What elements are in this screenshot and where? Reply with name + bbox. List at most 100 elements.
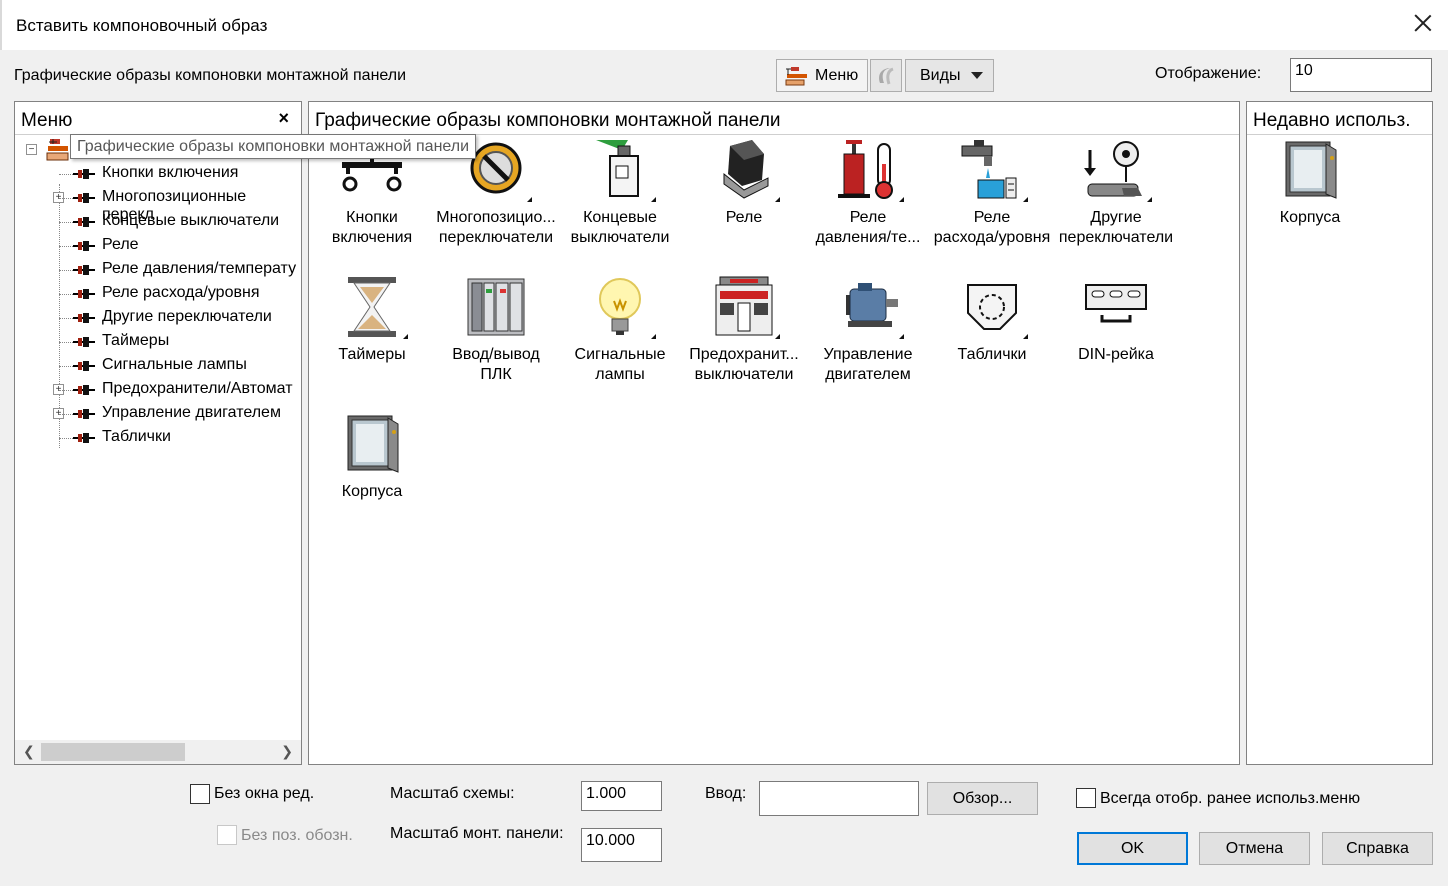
tree-guide-line — [59, 294, 73, 295]
ok-button[interactable]: OK — [1077, 832, 1188, 865]
always-show-recent-label: Всегда отобр. ранее использ.меню — [1100, 790, 1361, 807]
tile-label: Корпуса — [341, 483, 403, 500]
root-tree-icon — [46, 139, 69, 161]
tile-label-line2: расхода/уровня — [933, 229, 1051, 246]
panel-scale-input[interactable]: 10.000 — [581, 828, 662, 862]
tile-nameplate[interactable]: Таблички — [929, 275, 1055, 365]
display-count-input[interactable]: 10 — [1290, 58, 1432, 92]
tree-item-label[interactable]: Реле расхода/уровня — [102, 284, 259, 302]
menu-tree-icon — [785, 66, 807, 85]
tree-node-icon — [73, 193, 95, 203]
relay-icon — [712, 138, 780, 202]
schematic-scale-input[interactable]: 1.000 — [581, 781, 662, 811]
tree-guide-line — [59, 318, 73, 319]
submenu-indicator-icon — [527, 197, 532, 202]
cancel-button[interactable]: Отмена — [1199, 832, 1310, 865]
tile-plc-io[interactable]: Ввод/вывод ПЛК — [433, 275, 559, 385]
tree-node-icon — [73, 169, 95, 179]
tile-limit-switch[interactable]: Концевые выключатели — [557, 138, 683, 248]
help-button[interactable]: Справка — [1322, 832, 1433, 865]
pressure-temperature-icon — [836, 138, 904, 202]
no-edit-window-checkbox[interactable] — [190, 784, 210, 804]
tile-light-bulb[interactable]: Сигнальные лампы — [557, 275, 683, 385]
submenu-indicator-icon — [775, 197, 780, 202]
tree-item-label[interactable]: Управление двигателем — [102, 404, 281, 422]
tile-label: Концевые — [583, 209, 657, 226]
tile-label: Ввод/вывод — [452, 346, 540, 363]
tree-item-label[interactable]: Реле — [102, 236, 139, 254]
din-rail-icon — [1084, 275, 1148, 339]
title-bar: Вставить компоновочный образ — [0, 0, 1448, 50]
tile-motor[interactable]: Управление двигателем — [805, 275, 931, 385]
no-pos-designation-checkbox[interactable] — [217, 825, 237, 845]
views-dropdown[interactable]: Виды — [905, 59, 994, 92]
menu-button-label: Меню — [815, 66, 859, 84]
tree-node-icon — [73, 337, 95, 347]
tile-label-line2: выключатели — [694, 366, 794, 383]
scroll-left-icon[interactable]: ❮ — [23, 743, 35, 760]
tile-label: Таймеры — [338, 346, 406, 363]
tree-node-icon — [73, 409, 95, 419]
tree-node-icon — [73, 433, 95, 443]
flow-level-icon — [960, 138, 1028, 202]
enclosure-icon — [1278, 138, 1342, 202]
tree-item-label[interactable]: Таймеры — [102, 332, 169, 350]
tree-guide-line — [59, 414, 73, 415]
tile-hourglass[interactable]: Таймеры — [309, 275, 435, 365]
input-field[interactable] — [759, 781, 919, 816]
scroll-thumb[interactable] — [41, 743, 185, 761]
tile-label: Сигнальные — [574, 346, 666, 363]
submenu-indicator-icon — [1023, 334, 1028, 339]
back-arrow-icon — [879, 67, 894, 84]
close-menu-icon[interactable]: × — [278, 108, 289, 129]
tree-item-label[interactable]: Кнопки включения — [102, 164, 238, 182]
tile-label-line2: лампы — [595, 366, 645, 383]
tile-other-switches[interactable]: Другие переключатели — [1053, 138, 1179, 248]
tree-item-label[interactable]: Таблички — [102, 428, 171, 446]
recent-item-enclosure[interactable]: Корпуса — [1247, 138, 1373, 228]
tile-enclosure[interactable]: Корпуса — [309, 412, 435, 502]
tile-flow-level[interactable]: Реле расхода/уровня — [929, 138, 1055, 248]
submenu-indicator-icon — [1147, 197, 1152, 202]
views-label: Виды — [920, 66, 961, 84]
submenu-indicator-icon — [403, 334, 408, 339]
tree-item-label[interactable]: Предохранители/Автомат — [102, 380, 293, 398]
tree-guide-line — [59, 270, 73, 271]
tile-label: Реле — [725, 209, 763, 226]
tile-din-rail[interactable]: DIN-рейка — [1053, 275, 1179, 365]
back-button[interactable] — [870, 59, 902, 92]
tree-guide-line — [59, 174, 73, 175]
fuse-icon — [712, 275, 780, 339]
menu-panel-title: Меню — [21, 110, 73, 131]
horizontal-scrollbar[interactable]: ❮ ❯ — [15, 740, 301, 764]
tooltip: Графические образы компоновки монтажной … — [70, 134, 477, 159]
tree-node-icon — [73, 265, 95, 275]
tile-label: Реле — [849, 209, 887, 226]
tile-relay[interactable]: Реле — [681, 138, 807, 228]
content-panel: Графические образы компоновки монтажной … — [308, 101, 1240, 765]
close-icon[interactable] — [1412, 12, 1434, 34]
tree-item-label[interactable]: Концевые выключатели — [102, 212, 279, 230]
tile-label-line2: включения — [331, 229, 413, 246]
menu-button[interactable]: Меню — [776, 59, 868, 92]
recent-panel-title: Недавно использ. — [1253, 110, 1411, 131]
tree-guide-line — [59, 198, 73, 199]
tree-item-label[interactable]: Реле давления/температу — [102, 260, 296, 278]
tree-collapse-icon[interactable]: − — [26, 144, 37, 155]
always-show-recent-checkbox[interactable] — [1076, 788, 1096, 808]
content-panel-title: Графические образы компоновки монтажной … — [315, 110, 781, 131]
scroll-right-icon[interactable]: ❯ — [281, 743, 293, 760]
tile-label-line2: переключатели — [438, 229, 554, 246]
no-edit-window-label: Без окна ред. — [214, 785, 315, 802]
tree-item-label[interactable]: Другие переключатели — [102, 308, 272, 326]
tree-item-label[interactable]: Сигнальные лампы — [102, 356, 247, 374]
window-title: Вставить компоновочный образ — [16, 16, 268, 35]
tree-node-icon — [73, 289, 95, 299]
submenu-indicator-icon — [651, 197, 656, 202]
tile-pressure-temperature[interactable]: Реле давления/те... — [805, 138, 931, 248]
tile-label: Таблички — [957, 346, 1027, 363]
browse-button[interactable]: Обзор... — [927, 782, 1038, 815]
tile-fuse[interactable]: Предохранит... выключатели — [681, 275, 807, 385]
tile-label: Другие — [1090, 209, 1142, 226]
tile-label: Реле — [973, 209, 1011, 226]
